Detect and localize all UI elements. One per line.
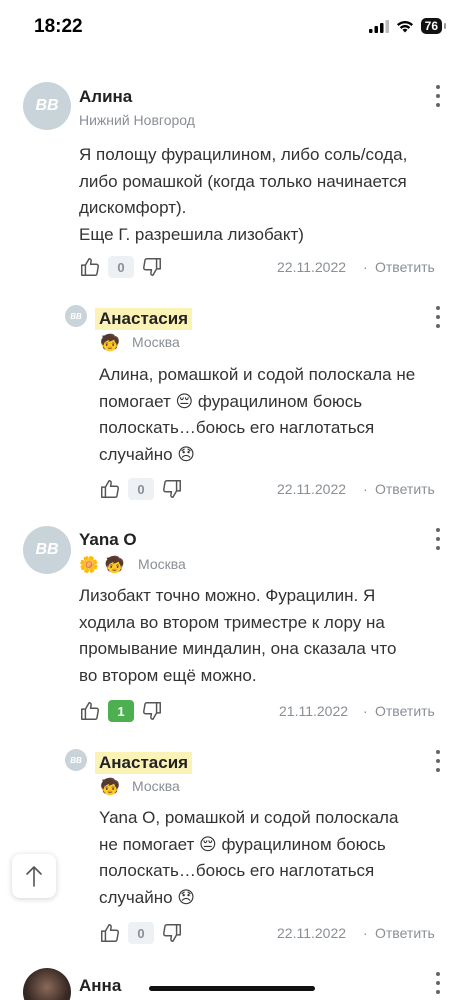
comment-city: Москва [138,556,186,572]
separator-dot: · [363,481,368,497]
thumbs-up-icon[interactable] [98,921,122,945]
status-icons: 76 [368,18,447,34]
child-badge-icon: 🧒 [100,335,120,352]
signal-icon [368,19,389,33]
scroll-to-top-button[interactable] [12,854,56,898]
user-badges: 🧒 [100,333,120,353]
status-bar: 18:22 76 [0,0,462,56]
more-vertical-icon[interactable] [428,85,448,107]
avatar[interactable]: BB [23,82,71,130]
thumbs-down-icon[interactable] [140,699,164,723]
comment-date: 21.11.2022 [279,703,349,719]
comment-city: Москва [132,334,180,350]
vote-count: 0 [128,922,154,944]
thumbs-down-icon[interactable] [160,921,184,945]
comment-text: Я полощу фурацилином, либо соль/сода, ли… [79,145,408,244]
more-vertical-icon[interactable] [428,306,448,328]
avatar[interactable]: BB [65,305,87,327]
arrow-up-icon [26,866,42,887]
status-time: 18:22 [34,16,83,37]
battery-indicator: 76 [420,18,447,34]
more-vertical-icon[interactable] [428,528,448,550]
separator-dot: · [363,703,368,719]
more-vertical-icon[interactable] [428,750,448,772]
thumbs-up-icon[interactable] [78,699,102,723]
thumbs-down-icon[interactable] [140,255,164,279]
more-vertical-icon[interactable] [428,972,448,994]
avatar[interactable]: BB [65,749,87,771]
comment-date: 22.11.2022 [277,259,347,275]
thumbs-up-icon[interactable] [78,255,102,279]
comment-text: Алина, ромашкой и содой полоскала не пом… [99,365,416,464]
thumbs-down-icon[interactable] [160,477,184,501]
avatar[interactable]: BB [23,526,71,574]
comment-actions: 0 [78,252,164,282]
comment-city: Москва [132,778,180,794]
comment-author[interactable]: Yana O [79,530,137,550]
comment-text: Yana O, ромашкой и содой полоскала не по… [99,808,399,907]
separator-dot: · [363,925,368,941]
comment-author[interactable]: Алина [79,87,132,107]
reply-button[interactable]: Ответить [375,925,435,941]
child-badge-icon: 🧒 [100,779,120,796]
user-badges: 🧒 [100,777,120,797]
separator-dot: · [363,259,368,275]
wifi-icon [396,20,413,32]
comment-actions: 1 [78,696,164,726]
comment-actions: 0 [98,474,184,504]
reply-button[interactable]: Ответить [375,481,435,497]
comment-date: 22.11.2022 [277,925,347,941]
comment-date: 22.11.2022 [277,481,347,497]
child-badge-icon: 🧒 [104,557,125,574]
vote-count: 1 [108,700,134,722]
user-badges: 🌼 🧒 [79,555,125,575]
comment-city: Нижний Новгород [79,112,195,128]
comment-author[interactable]: Анастасия [95,752,193,774]
comment-author[interactable]: Анна [79,976,121,996]
comment-text: Лизобакт точно можно. Фурацилин. Я ходил… [79,586,397,685]
vote-count: 0 [108,256,134,278]
reply-button[interactable]: Ответить [375,259,435,275]
vote-count: 0 [128,478,154,500]
avatar[interactable] [23,968,71,1000]
reply-button[interactable]: Ответить [375,703,435,719]
home-indicator[interactable] [149,986,315,991]
comment-author[interactable]: Анастасия [95,308,193,330]
thumbs-up-icon[interactable] [98,477,122,501]
flower-badge-icon: 🌼 [79,557,99,574]
comment-actions: 0 [98,918,184,948]
